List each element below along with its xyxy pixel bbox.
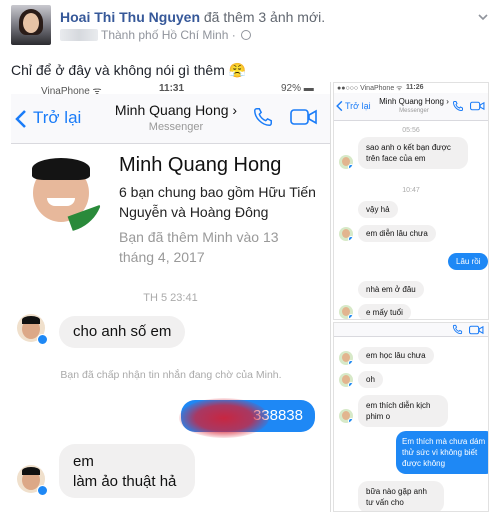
chat-timestamp: 10:47	[402, 187, 420, 194]
message-bubble[interactable]: em làm ảo thuật hả	[59, 444, 195, 498]
system-notice: Bạn đã chấp nhận tin nhắn đang chờ của M…	[60, 369, 282, 381]
message-line: em	[73, 453, 94, 470]
post-title-line: Hoai Thi Thu Nguyen đã thêm 3 ảnh mới.	[60, 9, 325, 25]
nav-bar: Trở lại Minh Quang Hong › Messenger	[11, 94, 330, 144]
message-bubble[interactable]: oh	[358, 371, 383, 388]
screenshot-right-top[interactable]: ●●○○○ VinaPhone ᯤ 11:26 Trở lại Minh Qua…	[333, 82, 489, 320]
screenshot-right-bottom[interactable]: em học lâu chưa oh em thích diễn kịch ph…	[333, 322, 489, 512]
message-bubble[interactable]: em thích diễn kịch phim o	[358, 395, 448, 427]
status-bar: VinaPhone ᯤ 11:31 92% ▬	[11, 82, 330, 97]
message-bubble[interactable]: em diễn lâu chưa	[358, 225, 436, 242]
conversation-title[interactable]: Minh Quang Hong ›	[374, 97, 454, 106]
outgoing-message-bubble[interactable]: Em thích mà chưa dám thử sức vì không bi…	[396, 431, 488, 474]
nav-bar: Trở lại Minh Quang Hong › Messenger	[334, 93, 488, 121]
video-call-icon[interactable]	[469, 325, 484, 335]
message-bubble[interactable]: cho anh số em	[59, 316, 186, 348]
sender-avatar	[339, 227, 353, 241]
back-chevron-icon[interactable]	[336, 100, 343, 112]
conversation-title[interactable]: Minh Quang Hong ›	[106, 102, 246, 118]
video-call-icon[interactable]	[290, 108, 318, 126]
profile-avatar[interactable]	[23, 152, 103, 232]
outgoing-message-bubble[interactable]: Lâu rồi	[448, 253, 488, 270]
carrier-text: ●●○○○ VinaPhone ᯤ	[337, 85, 403, 92]
red-scribble	[179, 398, 269, 438]
message-bubble[interactable]: vậy hả	[358, 201, 398, 218]
chat-timestamp: TH 5 23:41	[143, 292, 198, 304]
chat-timestamp: 05:56	[402, 127, 420, 134]
sender-avatar	[339, 351, 353, 365]
post-meta: Thành phố Hồ Chí Minh ·	[60, 28, 252, 42]
author-avatar[interactable]	[11, 5, 51, 45]
battery-text: 92% ▬	[281, 83, 314, 94]
phone-icon[interactable]	[452, 100, 464, 112]
status-bar: ●●○○○ VinaPhone ᯤ 11:26	[334, 83, 488, 93]
profile-name: Minh Quang Hong	[119, 154, 282, 176]
nav-bar	[334, 323, 488, 337]
globe-icon[interactable]	[241, 30, 252, 40]
added-date: Bạn đã thêm Minh vào 13 tháng 4, 2017	[119, 229, 279, 265]
sender-avatar	[339, 305, 353, 319]
blurred-timestamp	[60, 29, 98, 41]
sender-avatar	[339, 373, 353, 387]
messenger-badge	[37, 334, 48, 345]
post-action: đã thêm 3 ảnh mới.	[203, 9, 326, 25]
message-bubble[interactable]: sao anh o kết bạn được trên face của em	[358, 137, 468, 169]
meta-separator: ·	[231, 28, 236, 42]
messenger-badge	[37, 485, 48, 496]
message-bubble[interactable]: bữa nào gặp anh tư vấn cho	[358, 481, 444, 511]
mutual-friends: 6 bạn chung bao gồm Hữu Tiến Nguyễn và H…	[119, 184, 316, 220]
message-line: làm ảo thuật hả	[73, 473, 177, 490]
post-header: Hoai Thi Thu Nguyen đã thêm 3 ảnh mới. T…	[0, 0, 500, 56]
back-button[interactable]: Trở lại	[345, 101, 371, 111]
sender-avatar	[339, 409, 353, 423]
author-name[interactable]: Hoai Thi Thu Nguyen	[60, 9, 200, 25]
phone-icon[interactable]	[452, 324, 463, 335]
conversation-subtitle: Messenger	[148, 121, 204, 133]
sender-avatar	[339, 155, 353, 169]
chevron-down-icon[interactable]	[478, 12, 488, 22]
post-location[interactable]: Thành phố Hồ Chí Minh	[101, 28, 228, 42]
screenshot-left[interactable]: VinaPhone ᯤ 11:31 92% ▬ Trở lại Minh Qua…	[11, 82, 331, 512]
status-time: 11:26	[406, 84, 424, 91]
message-bubble[interactable]: nhà em ở đâu	[358, 281, 424, 298]
message-bubble[interactable]: em học lâu chưa	[358, 347, 434, 364]
back-chevron-icon[interactable]	[15, 109, 27, 129]
message-bubble[interactable]: e mấy tuổi	[358, 304, 411, 319]
phone-icon[interactable]	[252, 106, 274, 128]
post-caption: Chỉ để ở đây và không nói gì thêm 😤	[11, 62, 247, 78]
conversation-subtitle: Messenger	[399, 108, 429, 114]
video-call-icon[interactable]	[470, 101, 485, 111]
back-button[interactable]: Trở lại	[33, 108, 81, 128]
status-time: 11:31	[159, 83, 185, 94]
